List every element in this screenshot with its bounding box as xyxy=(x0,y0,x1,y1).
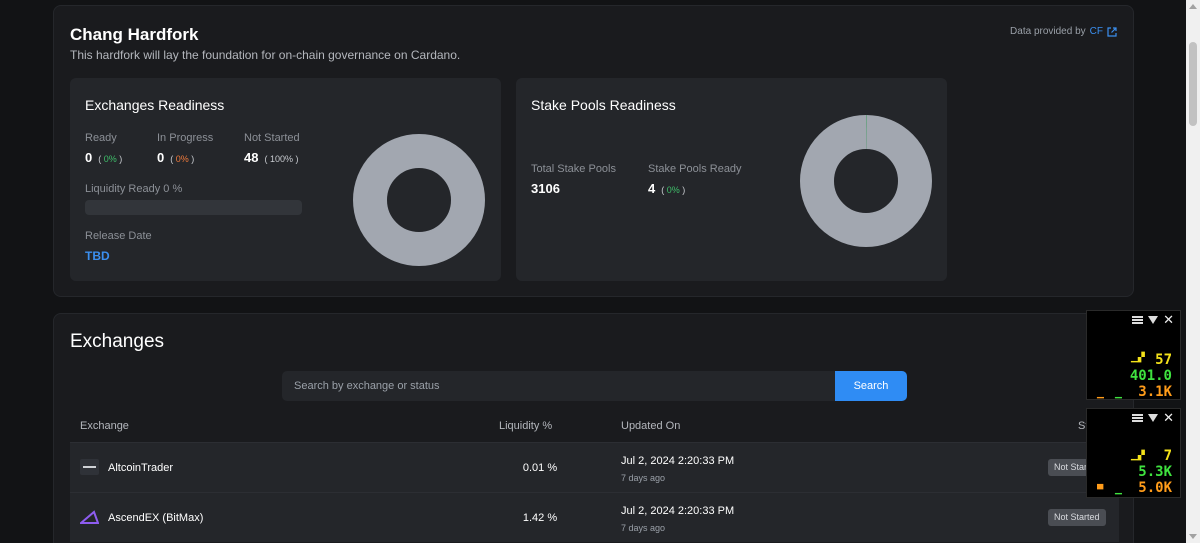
ready-label: Ready xyxy=(85,132,117,144)
status-badge: Not Started xyxy=(1048,509,1106,526)
not-started-label: Not Started xyxy=(244,132,300,144)
menu-icon[interactable] xyxy=(1132,414,1144,422)
exchanges-readiness-donut xyxy=(353,134,485,266)
column-updated-on[interactable]: Updated On xyxy=(621,420,680,432)
exchange-name: AscendEX (BitMax) xyxy=(108,512,204,524)
fps-graph-icon: ▁▞ xyxy=(1131,352,1145,362)
close-icon[interactable]: ✕ xyxy=(1163,313,1174,326)
close-icon[interactable]: ✕ xyxy=(1163,411,1174,424)
page-scrollbar[interactable] xyxy=(1186,0,1200,543)
column-exchange[interactable]: Exchange xyxy=(80,420,129,432)
provided-by-label: Data provided by xyxy=(1010,26,1086,37)
fps-value: 7 xyxy=(1163,448,1172,464)
ready-stat: Ready 0 ( 0% ) xyxy=(85,132,122,165)
external-link-icon[interactable] xyxy=(1107,26,1117,37)
liquidity-value: 1.42 % xyxy=(522,512,558,524)
donut-slice-not-started xyxy=(353,134,485,266)
search-button[interactable]: Search xyxy=(835,371,907,401)
liquidity-ready-label: Liquidity Ready 0 % xyxy=(85,183,183,195)
collapse-icon[interactable] xyxy=(1148,414,1159,422)
bar-graph-icon: ▀ xyxy=(1097,484,1104,494)
table-row[interactable]: AltcoinTrader 0.01 % Jul 2, 2024 2:20:33… xyxy=(70,442,1119,492)
bar-graph-icon: ▁ xyxy=(1115,484,1122,494)
not-started-value: 48 xyxy=(244,150,259,165)
in-progress-stat: In Progress 0 ( 0% ) xyxy=(157,132,213,165)
exchanges-title: Exchanges xyxy=(70,331,165,352)
table-row[interactable]: AscendEX (BitMax) 1.42 % Jul 2, 2024 2:2… xyxy=(70,492,1119,542)
exchanges-card: Exchanges Search Exchange Liquidity % Up… xyxy=(53,313,1134,543)
stake-pools-readiness-panel: Stake Pools Readiness Total Stake Pools … xyxy=(516,78,947,281)
updated-on-value: Jul 2, 2024 2:20:33 PM xyxy=(621,455,735,467)
donut-slice-not-ready xyxy=(800,115,932,247)
data-provider: Data provided by CF xyxy=(1010,26,1117,37)
not-started-pct: ( 100% ) xyxy=(264,154,299,164)
stake-pools-ready-pct: ( 0% ) xyxy=(661,185,686,195)
menu-icon[interactable] xyxy=(1132,316,1144,324)
ascendex-logo-icon xyxy=(80,510,99,524)
total-stake-pools-stat: Total Stake Pools 3106 xyxy=(531,163,616,196)
ready-pct: ( 0% ) xyxy=(98,154,123,164)
metric-value: 401.0 xyxy=(1129,368,1172,384)
perf-overlay-1: ✕ ▁▞ 57 401.0 ▁ ▁ 3.1K xyxy=(1086,310,1181,400)
exchange-name: AltcoinTrader xyxy=(108,462,174,474)
metric-value: 5.0K xyxy=(1138,480,1172,496)
scroll-down-icon[interactable] xyxy=(1189,534,1197,539)
stake-pools-readiness-title: Stake Pools Readiness xyxy=(531,97,676,113)
perf-overlay-2: ✕ ▁▞ 7 5.3K ▀ ▁ 5.0K xyxy=(1086,408,1181,498)
provider-link[interactable]: CF xyxy=(1090,26,1103,37)
column-liquidity[interactable]: Liquidity % xyxy=(499,420,552,432)
fps-value: 57 xyxy=(1155,352,1172,368)
page-title: Chang Hardfork xyxy=(70,25,199,44)
metric-value: 3.1K xyxy=(1138,384,1172,400)
total-stake-pools-value: 3106 xyxy=(531,181,560,196)
exchanges-readiness-title: Exchanges Readiness xyxy=(85,97,225,113)
in-progress-label: In Progress xyxy=(157,132,214,144)
fps-graph-icon: ▁▞ xyxy=(1131,450,1145,460)
stake-pools-readiness-donut xyxy=(800,115,932,247)
updated-ago: 7 days ago xyxy=(621,473,666,483)
release-date-label: Release Date xyxy=(85,230,152,242)
liquidity-progress-bar xyxy=(85,200,302,215)
stake-pools-ready-value: 4 xyxy=(648,181,656,196)
scroll-thumb[interactable] xyxy=(1189,42,1197,126)
table-header: Exchange Liquidity % Updated On Status xyxy=(70,412,1119,442)
updated-ago: 7 days ago xyxy=(621,523,666,533)
search-bar: Search xyxy=(282,371,907,401)
total-stake-pools-label: Total Stake Pools xyxy=(531,163,616,175)
bar-graph-icon: ▁ xyxy=(1097,388,1104,398)
bar-graph-icon: ▁ xyxy=(1115,388,1122,398)
search-input[interactable] xyxy=(282,371,835,401)
hardfork-card: Chang Hardfork This hardfork will lay th… xyxy=(53,5,1134,297)
scroll-up-icon[interactable] xyxy=(1189,4,1197,9)
metric-value: 5.3K xyxy=(1138,464,1172,480)
altcointrader-logo-icon xyxy=(80,459,99,475)
exchanges-readiness-panel: Exchanges Readiness Ready 0 ( 0% ) In Pr… xyxy=(70,78,501,281)
stake-pools-ready-stat: Stake Pools Ready 4 ( 0% ) xyxy=(648,163,742,196)
page-subtitle: This hardfork will lay the foundation fo… xyxy=(70,48,461,62)
in-progress-value: 0 xyxy=(157,150,165,165)
updated-on-value: Jul 2, 2024 2:20:33 PM xyxy=(621,505,735,517)
not-started-stat: Not Started 48 ( 100% ) xyxy=(244,132,300,165)
stake-pools-ready-label: Stake Pools Ready xyxy=(648,163,742,175)
release-date-value: TBD xyxy=(85,249,110,263)
ready-value: 0 xyxy=(85,150,93,165)
liquidity-value: 0.01 % xyxy=(522,462,558,474)
in-progress-pct: ( 0% ) xyxy=(170,154,195,164)
collapse-icon[interactable] xyxy=(1148,316,1159,324)
